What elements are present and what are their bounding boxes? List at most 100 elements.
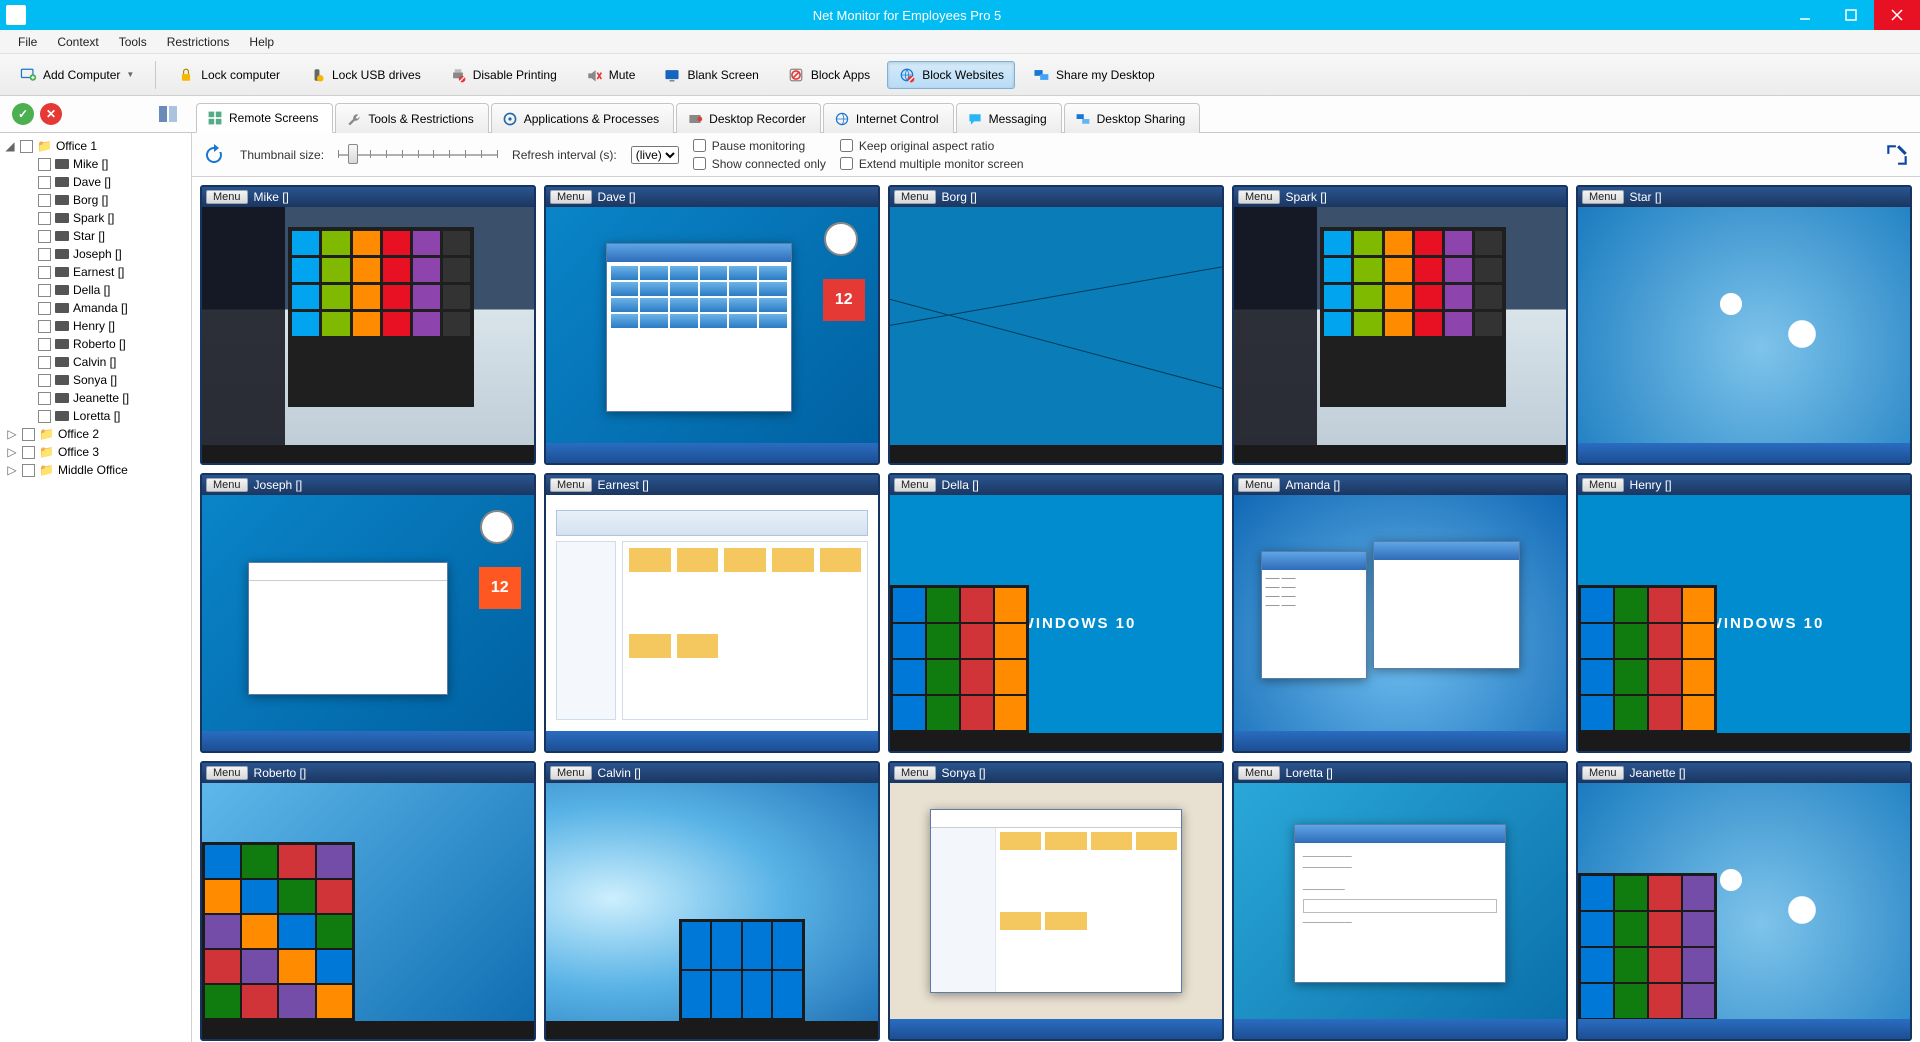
thumbnail-card[interactable]: MenuJeanette [] — [1576, 761, 1912, 1041]
expand-icon[interactable]: ▷ — [6, 427, 18, 441]
menu-item-context[interactable]: Context — [47, 35, 108, 49]
pause-monitoring-checkbox[interactable] — [693, 139, 706, 152]
fullscreen-icon[interactable] — [1884, 142, 1910, 168]
tree-node-folder[interactable]: ▷📁Office 3 — [0, 443, 191, 461]
checkbox[interactable] — [38, 410, 51, 423]
tree-node-folder[interactable]: ▷📁Middle Office — [0, 461, 191, 479]
thumbnail-preview[interactable]: 12 — [202, 495, 534, 751]
toolbar-printer-disable-button[interactable]: Disable Printing — [438, 61, 568, 89]
thumbnail-preview[interactable] — [890, 207, 1222, 463]
thumbnail-preview[interactable]: ——————————————————————————— — [1234, 783, 1566, 1039]
toolbar-block-web-button[interactable]: Block Websites — [887, 61, 1015, 89]
tree-node-computer[interactable]: Spark [] — [34, 209, 191, 227]
tab-desktop-sharing[interactable]: Desktop Sharing — [1064, 103, 1201, 133]
thumbnail-card[interactable]: MenuSpark [] — [1232, 185, 1568, 465]
thumbnail-card[interactable]: MenuBorg [] — [888, 185, 1224, 465]
tab-tools-restrictions[interactable]: Tools & Restrictions — [335, 103, 488, 133]
checkbox[interactable] — [20, 140, 33, 153]
checkbox[interactable] — [38, 158, 51, 171]
toolbar-monitor-add-button[interactable]: Add Computer▼ — [8, 61, 145, 89]
tree-node-computer[interactable]: Della [] — [34, 281, 191, 299]
status-error-icon[interactable]: ✕ — [40, 103, 62, 125]
checkbox[interactable] — [38, 230, 51, 243]
menu-item-restrictions[interactable]: Restrictions — [157, 35, 240, 49]
thumbnail-card[interactable]: MenuAmanda []—— ———— ———— ———— —— — [1232, 473, 1568, 753]
thumbnail-menu-button[interactable]: Menu — [1582, 190, 1624, 204]
checkbox[interactable] — [38, 374, 51, 387]
toolbar-blank-screen-button[interactable]: Blank Screen — [652, 61, 769, 89]
tree-node-computer[interactable]: Dave [] — [34, 173, 191, 191]
thumbnail-preview[interactable]: 12 — [546, 207, 878, 463]
thumbnail-preview[interactable] — [202, 783, 534, 1039]
tree-node-computer[interactable]: Loretta [] — [34, 407, 191, 425]
thumbnail-card[interactable]: MenuDave []12 — [544, 185, 880, 465]
status-ok-icon[interactable]: ✓ — [12, 103, 34, 125]
thumbnail-card[interactable]: MenuRoberto [] — [200, 761, 536, 1041]
tree-node-office1[interactable]: ◢ 📁 Office 1 — [0, 137, 191, 155]
keep-aspect-checkbox[interactable] — [840, 139, 853, 152]
refresh-icon[interactable] — [202, 143, 226, 167]
thumbnail-card[interactable]: MenuCalvin [] — [544, 761, 880, 1041]
checkbox[interactable] — [38, 212, 51, 225]
thumbnail-card[interactable]: MenuMike [] — [200, 185, 536, 465]
toolbar-usb-lock-button[interactable]: Lock USB drives — [297, 61, 432, 89]
toolbar-lock-button[interactable]: Lock computer — [166, 61, 291, 89]
close-button[interactable] — [1874, 0, 1920, 30]
expand-icon[interactable]: ▷ — [6, 445, 18, 459]
thumbnail-preview[interactable]: —— ———— ———— ———— —— — [1234, 495, 1566, 751]
extend-monitor-checkbox[interactable] — [840, 157, 853, 170]
tree-node-computer[interactable]: Borg [] — [34, 191, 191, 209]
expand-icon[interactable]: ▷ — [6, 463, 18, 477]
tree-node-computer[interactable]: Sonya [] — [34, 371, 191, 389]
checkbox[interactable] — [22, 464, 35, 477]
refresh-interval-select[interactable]: (live) — [631, 146, 679, 164]
thumbnail-menu-button[interactable]: Menu — [1238, 478, 1280, 492]
thumbnail-menu-button[interactable]: Menu — [550, 478, 592, 492]
checkbox[interactable] — [38, 194, 51, 207]
collapse-icon[interactable]: ◢ — [4, 139, 16, 153]
checkbox[interactable] — [22, 428, 35, 441]
tree-node-computer[interactable]: Mike [] — [34, 155, 191, 173]
maximize-button[interactable] — [1828, 0, 1874, 30]
checkbox[interactable] — [38, 302, 51, 315]
thumbnail-menu-button[interactable]: Menu — [894, 190, 936, 204]
tab-messaging[interactable]: Messaging — [956, 103, 1062, 133]
columns-icon[interactable] — [156, 102, 180, 126]
thumbnail-card[interactable]: MenuSonya [] — [888, 761, 1224, 1041]
thumbnail-card[interactable]: MenuStar [] — [1576, 185, 1912, 465]
thumbnail-menu-button[interactable]: Menu — [206, 478, 248, 492]
thumbnail-preview[interactable] — [546, 495, 878, 751]
thumbnail-menu-button[interactable]: Menu — [894, 766, 936, 780]
tree-node-computer[interactable]: Earnest [] — [34, 263, 191, 281]
thumbnail-menu-button[interactable]: Menu — [550, 766, 592, 780]
menu-item-file[interactable]: File — [8, 35, 47, 49]
toolbar-speaker-mute-button[interactable]: Mute — [574, 61, 647, 89]
tree-node-computer[interactable]: Henry [] — [34, 317, 191, 335]
tree-node-computer[interactable]: Roberto [] — [34, 335, 191, 353]
checkbox[interactable] — [38, 320, 51, 333]
thumbnail-slider[interactable] — [338, 147, 498, 163]
thumbnail-menu-button[interactable]: Menu — [1582, 766, 1624, 780]
thumbnail-card[interactable]: MenuLoretta []——————————————————————————… — [1232, 761, 1568, 1041]
thumbnail-menu-button[interactable]: Menu — [894, 478, 936, 492]
checkbox[interactable] — [38, 248, 51, 261]
tree-node-computer[interactable]: Joseph [] — [34, 245, 191, 263]
thumbnail-preview[interactable]: WINDOWS 10 — [1578, 495, 1910, 751]
checkbox[interactable] — [38, 392, 51, 405]
checkbox[interactable] — [38, 338, 51, 351]
toolbar-block-apps-button[interactable]: Block Apps — [776, 61, 881, 89]
thumbnail-card[interactable]: MenuJoseph []12 — [200, 473, 536, 753]
show-connected-checkbox[interactable] — [693, 157, 706, 170]
checkbox[interactable] — [38, 266, 51, 279]
tab-desktop-recorder[interactable]: Desktop Recorder — [676, 103, 821, 133]
thumbnail-preview[interactable] — [1578, 207, 1910, 463]
thumbnail-preview[interactable] — [546, 783, 878, 1039]
thumbnail-preview[interactable]: WINDOWS 10 — [890, 495, 1222, 751]
thumbnail-preview[interactable] — [890, 783, 1222, 1039]
checkbox[interactable] — [38, 356, 51, 369]
menu-item-help[interactable]: Help — [239, 35, 284, 49]
toolbar-share-desktop-button[interactable]: Share my Desktop — [1021, 61, 1166, 89]
checkbox[interactable] — [38, 176, 51, 189]
tab-applications-processes[interactable]: Applications & Processes — [491, 103, 674, 133]
thumbnail-menu-button[interactable]: Menu — [1238, 766, 1280, 780]
